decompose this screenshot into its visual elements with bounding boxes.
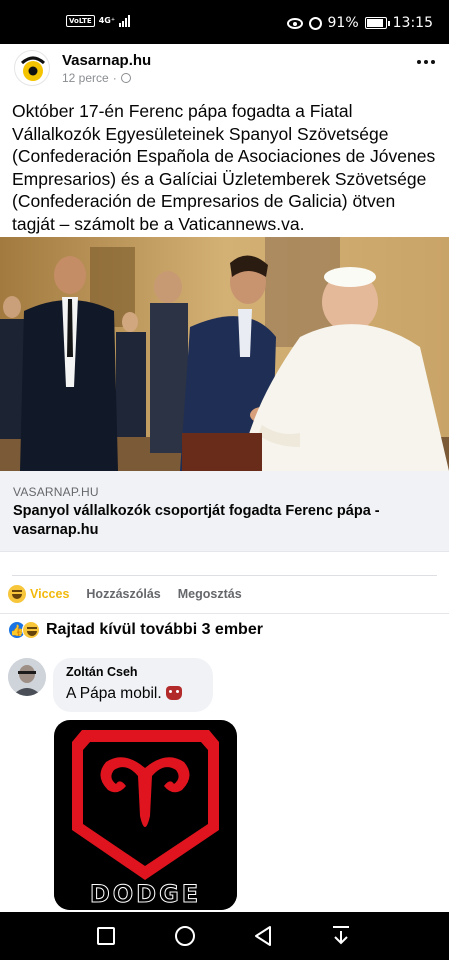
link-preview[interactable]: VASARNAP.HU Spanyol vállalkozók csoportj… (0, 471, 449, 552)
battery-icon (364, 17, 390, 29)
post-meta: 12 perce · (62, 71, 131, 85)
volte-badge: VoLTE (66, 14, 95, 27)
system-nav-bar (0, 912, 449, 960)
divider (0, 613, 449, 614)
alarm-icon (308, 16, 322, 30)
signal-icon (119, 14, 131, 27)
globe-icon (120, 73, 131, 83)
devil-emoji-icon (165, 686, 182, 700)
avatar[interactable] (8, 658, 46, 696)
eye-comfort-icon (286, 17, 303, 29)
battery-percent: 91% (327, 15, 359, 31)
home-icon[interactable] (175, 926, 195, 946)
clock: 13:15 (392, 15, 433, 31)
share-label: Megosztás (177, 587, 242, 601)
comment-label: Hozzászólás (86, 587, 161, 601)
haha-emoji-icon (22, 621, 40, 639)
recent-apps-icon[interactable] (97, 927, 115, 945)
back-icon[interactable] (253, 925, 273, 947)
post-actions: Vicces Hozzászólás Megosztás (8, 583, 259, 605)
more-options-icon[interactable] (417, 60, 435, 64)
comment-text: A Pápa mobil. (66, 685, 162, 702)
share-button[interactable]: Megosztás (178, 587, 242, 601)
page-avatar[interactable] (14, 50, 50, 86)
link-title[interactable]: Spanyol vállalkozók csoportját fogadta F… (13, 502, 433, 540)
reaction-icons: 👍 (8, 621, 40, 639)
comment-text-row: A Pápa mobil. (66, 685, 182, 703)
comment-bubble[interactable]: Zoltán Cseh A Pápa mobil. (53, 658, 213, 712)
post-photo[interactable] (0, 237, 449, 471)
post-text: Október 17-én Ferenc pápa fogadta a Fiat… (12, 101, 436, 234)
network-indicators: VoLTE 4G⁺ (66, 14, 131, 27)
page-name[interactable]: Vasarnap.hu (62, 52, 151, 69)
post-time[interactable]: 12 perce (62, 71, 109, 85)
reaction-label: Vicces (30, 587, 70, 601)
comment-author[interactable]: Zoltán Cseh (66, 665, 138, 679)
comment-sticker[interactable]: DODGE (54, 720, 237, 910)
post-header: Vasarnap.hu 12 perce · (0, 48, 449, 94)
reaction-button[interactable]: Vicces (8, 585, 69, 603)
divider (12, 575, 437, 576)
comment-button[interactable]: Hozzászólás (86, 587, 160, 601)
sticker-brand: DODGE (89, 880, 202, 909)
reactions-text: Rajtad kívül további 3 ember (46, 621, 263, 638)
network-type: 4G⁺ (98, 15, 116, 25)
link-domain: VASARNAP.HU (13, 485, 99, 499)
reactions-summary[interactable]: 👍 Rajtad kívül további 3 ember (8, 621, 263, 639)
haha-emoji-icon (8, 585, 26, 603)
meta-separator: · (112, 71, 117, 85)
notification-pull-icon[interactable] (332, 925, 350, 947)
system-indicators: 91% 13:15 (286, 15, 433, 31)
status-bar: VoLTE 4G⁺ 91% 13:15 (0, 0, 449, 44)
